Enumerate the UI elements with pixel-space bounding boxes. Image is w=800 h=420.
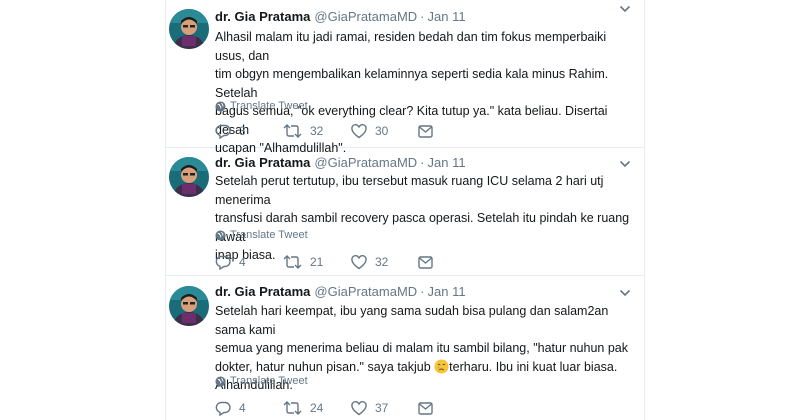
like-icon bbox=[351, 254, 367, 269]
reply-icon bbox=[215, 401, 231, 416]
direct-message-button[interactable] bbox=[418, 252, 433, 272]
display-name[interactable]: dr. Gia Pratama bbox=[215, 284, 310, 299]
tweet-date[interactable]: Jan 11 bbox=[428, 284, 466, 299]
like-button[interactable]: 32 bbox=[351, 252, 388, 272]
retweet-icon bbox=[283, 124, 302, 138]
display-name[interactable]: dr. Gia Pratama bbox=[215, 9, 310, 24]
retweet-button[interactable]: 32 bbox=[283, 121, 323, 141]
like-icon bbox=[351, 123, 367, 138]
like-button[interactable]: 37 bbox=[351, 398, 388, 418]
reply-count: 4 bbox=[239, 255, 246, 269]
translate-tweet-link[interactable]: Translate Tweet bbox=[215, 98, 308, 114]
tweet-actions: 4 21 32 bbox=[215, 252, 475, 272]
like-button[interactable]: 30 bbox=[351, 121, 388, 141]
tweet-actions: 4 24 37 bbox=[215, 398, 475, 418]
reply-button[interactable]: 3 bbox=[215, 121, 246, 141]
like-icon bbox=[351, 400, 367, 415]
avatar[interactable] bbox=[169, 9, 209, 49]
like-count: 30 bbox=[375, 124, 389, 138]
globe-icon bbox=[215, 229, 226, 241]
reply-count: 4 bbox=[239, 401, 246, 415]
direct-message-button[interactable] bbox=[418, 398, 433, 418]
like-count: 32 bbox=[375, 255, 389, 269]
caret-down-icon[interactable] bbox=[619, 288, 631, 298]
reply-icon bbox=[215, 255, 231, 270]
user-handle[interactable]: @GiaPratamaMD bbox=[314, 284, 417, 299]
caret-down-icon[interactable] bbox=[619, 4, 631, 14]
retweet-icon bbox=[283, 401, 302, 415]
message-icon bbox=[418, 255, 433, 269]
retweet-icon bbox=[283, 255, 302, 269]
caret-down-icon[interactable] bbox=[619, 159, 631, 169]
tweet[interactable]: dr. Gia Pratama @GiaPratamaMD · Jan 11 Sete… bbox=[165, 276, 645, 420]
globe-icon bbox=[215, 100, 226, 112]
tweet-actions: 3 32 30 bbox=[215, 121, 475, 141]
tweet-header: dr. Gia Pratama @GiaPratamaMD · Jan 11 bbox=[215, 153, 466, 173]
tweet-thread: dr. Gia Pratama @GiaPratamaMD · Jan 11 Alha… bbox=[0, 0, 800, 420]
crying-face-emoji bbox=[434, 358, 449, 374]
reply-button[interactable]: 4 bbox=[215, 398, 246, 418]
translate-tweet-label: Translate Tweet bbox=[230, 375, 308, 387]
tweet-text: Setelah perut tertutup, ibu tersebut mas… bbox=[215, 174, 630, 262]
retweet-count: 24 bbox=[310, 401, 324, 415]
direct-message-button[interactable] bbox=[418, 121, 433, 141]
message-icon bbox=[418, 401, 433, 415]
like-count: 37 bbox=[375, 401, 389, 415]
user-handle[interactable]: @GiaPratamaMD bbox=[314, 9, 417, 24]
separator-dot: · bbox=[420, 9, 425, 24]
tweet-header: dr. Gia Pratama @GiaPratamaMD · Jan 11 bbox=[215, 7, 466, 27]
translate-tweet-link[interactable]: Translate Tweet bbox=[215, 227, 308, 243]
avatar[interactable] bbox=[169, 157, 209, 197]
translate-tweet-label: Translate Tweet bbox=[230, 100, 308, 112]
retweet-button[interactable]: 21 bbox=[283, 252, 323, 272]
tweet-date[interactable]: Jan 11 bbox=[428, 9, 466, 24]
tweet[interactable]: dr. Gia Pratama @GiaPratamaMD · Jan 11 Sete… bbox=[165, 148, 645, 276]
separator-dot: · bbox=[420, 284, 425, 299]
retweet-count: 32 bbox=[310, 124, 324, 138]
retweet-button[interactable]: 24 bbox=[283, 398, 323, 418]
display-name[interactable]: dr. Gia Pratama bbox=[215, 155, 310, 170]
avatar[interactable] bbox=[169, 286, 209, 326]
retweet-count: 21 bbox=[310, 255, 324, 269]
reply-icon bbox=[215, 124, 231, 139]
message-icon bbox=[418, 124, 433, 138]
reply-button[interactable]: 4 bbox=[215, 252, 246, 272]
translate-tweet-link[interactable]: Translate Tweet bbox=[215, 373, 308, 389]
tweet[interactable]: dr. Gia Pratama @GiaPratamaMD · Jan 11 Alha… bbox=[165, 0, 645, 155]
tweet-date[interactable]: Jan 11 bbox=[428, 155, 466, 170]
globe-icon bbox=[215, 375, 226, 387]
reply-count: 3 bbox=[239, 124, 246, 138]
tweet-header: dr. Gia Pratama @GiaPratamaMD · Jan 11 bbox=[215, 282, 466, 302]
translate-tweet-label: Translate Tweet bbox=[230, 229, 308, 241]
separator-dot: · bbox=[420, 155, 425, 170]
user-handle[interactable]: @GiaPratamaMD bbox=[314, 155, 417, 170]
